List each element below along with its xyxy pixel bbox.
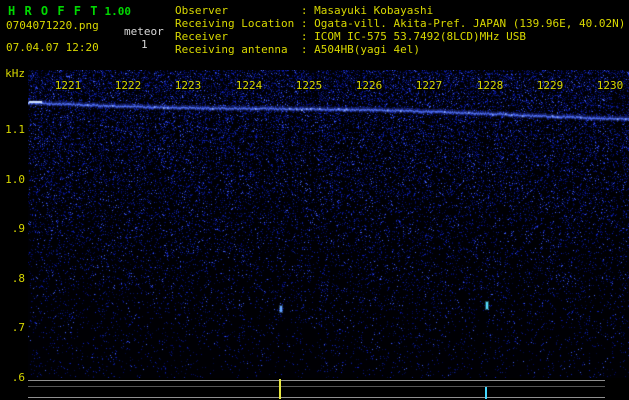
- level-spike: [485, 387, 487, 399]
- freq-tick: .8: [11, 272, 25, 285]
- level-spike: [279, 379, 281, 399]
- app-version: 1.00: [104, 5, 131, 18]
- freq-unit-label: kHz: [5, 67, 25, 80]
- info-row-observer: Observer : Masayuki Kobayashi: [175, 4, 434, 17]
- freq-tick: .9: [11, 222, 25, 235]
- freq-tick: 1.1: [5, 123, 25, 136]
- capture-datetime: 07.04.07 12:20: [6, 41, 99, 54]
- level-line-base: [28, 397, 605, 398]
- freq-tick: 1.0: [5, 173, 25, 186]
- freq-tick: .7: [11, 321, 25, 334]
- app-title: H R O F F T: [8, 4, 99, 18]
- info-row-antenna: Receiving antenna : A504HB(yagi 4el): [175, 43, 421, 56]
- filename-label: 0704071220.png: [6, 19, 99, 32]
- info-row-location: Receiving Location : Ogata-vill. Akita-P…: [175, 17, 626, 30]
- info-row-receiver: Receiver : ICOM IC-575 53.7492(8LCD)MHz …: [175, 30, 526, 43]
- meteor-count: 1: [141, 38, 148, 51]
- freq-axis: kHz 1.1 1.0 .9 .8 .7 .6: [0, 0, 27, 400]
- title-bar: H R O F F T 1.00: [8, 4, 131, 18]
- level-line-mid: [28, 386, 605, 387]
- spectrogram-canvas: [28, 70, 629, 378]
- hrofft-screen: H R O F F T 1.00 0704071220.png meteor 1 …: [0, 0, 629, 400]
- level-line-upper: [28, 380, 605, 381]
- mode-label: meteor: [124, 25, 164, 38]
- info-block: Observer : Masayuki Kobayashi Receiving …: [175, 4, 625, 56]
- level-strip: [0, 378, 629, 400]
